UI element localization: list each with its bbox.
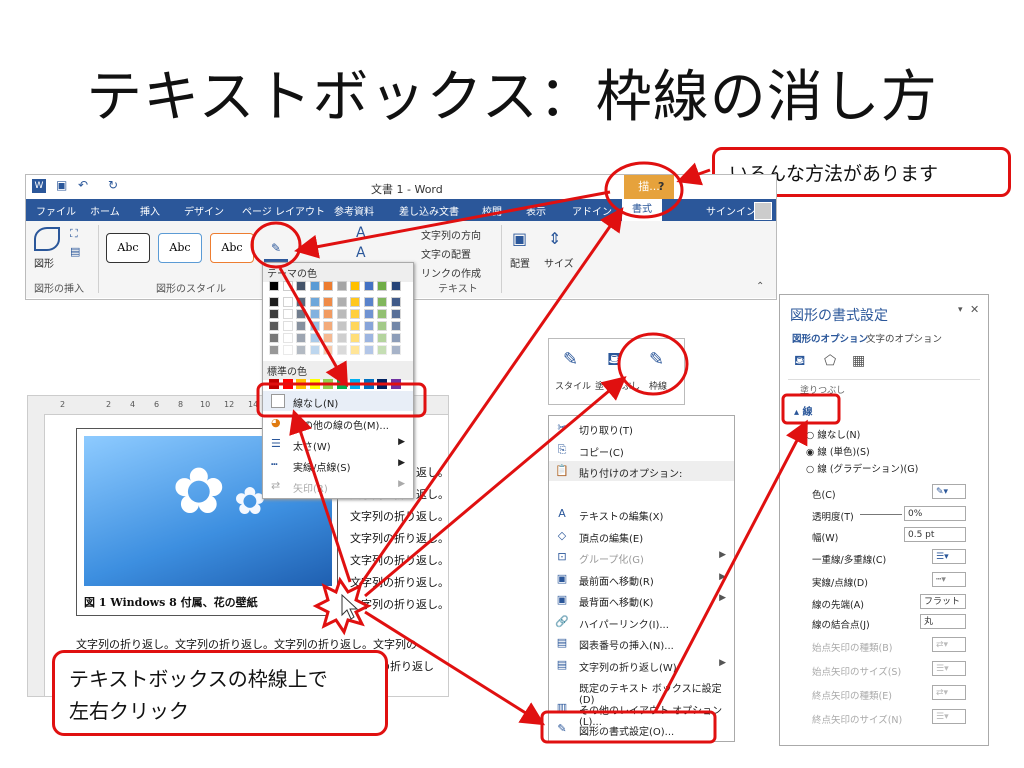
arrow (278, 267, 348, 388)
highlight-mini-outline (617, 332, 689, 396)
arrow (364, 610, 546, 726)
highlight-outline-button (250, 221, 302, 269)
arrow (289, 409, 352, 583)
highlight-line-section (781, 393, 841, 425)
highlight-format-shape-item (540, 710, 717, 744)
arrow (653, 419, 808, 713)
highlight-no-outline (256, 382, 427, 418)
arrow (676, 162, 711, 186)
arrow (358, 207, 624, 586)
highlight-format-tab (604, 161, 684, 219)
annotation-overlay (250, 161, 841, 744)
arrow (364, 376, 627, 598)
arrow (294, 190, 611, 259)
